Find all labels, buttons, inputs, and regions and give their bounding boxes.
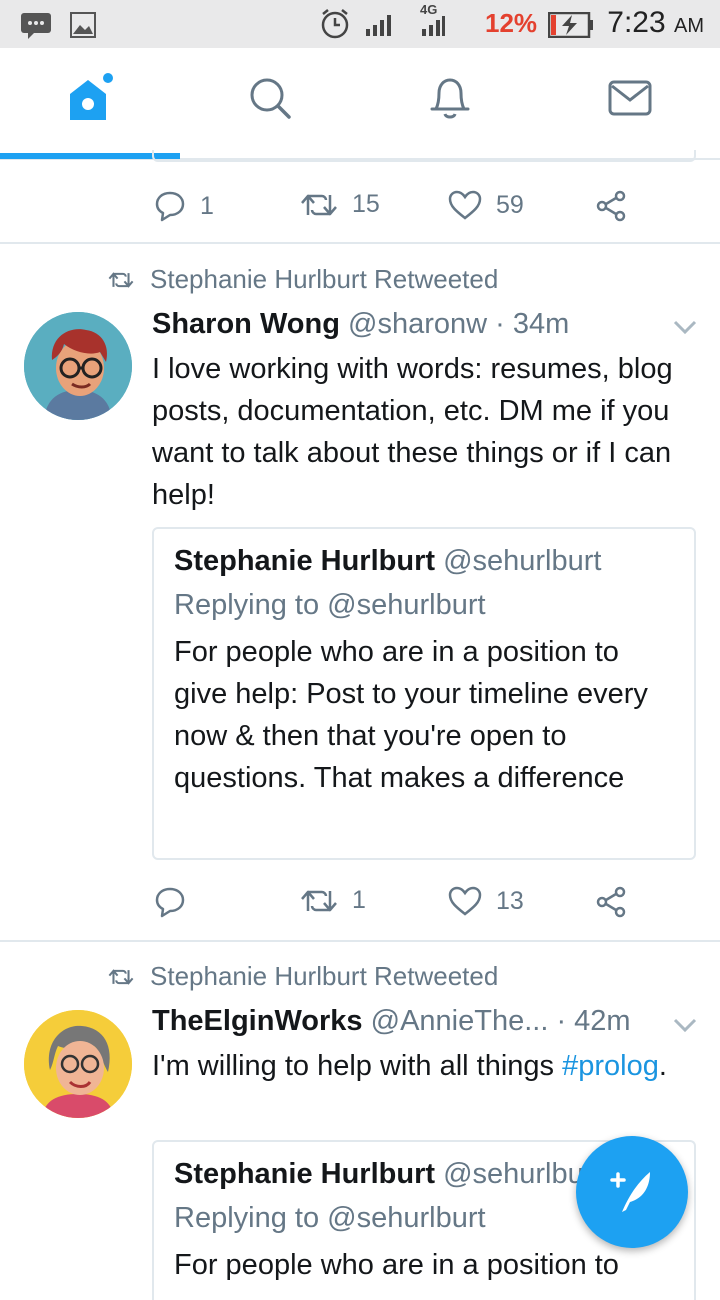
like-count: 59 <box>496 190 524 219</box>
like-button[interactable]: 13 <box>448 886 524 916</box>
reply-button[interactable] <box>154 886 200 918</box>
replying-to: Replying to @sehurlburt <box>174 1202 486 1234</box>
home-icon <box>66 72 114 129</box>
tweet-header: Sharon Wong @sharonw · 34m <box>152 308 569 341</box>
tab-search[interactable] <box>240 70 300 130</box>
tab-home[interactable] <box>60 70 120 130</box>
quoted-tweet-text: For people who are in a position to give… <box>174 636 648 794</box>
retweet-icon <box>301 890 337 911</box>
compose-tweet-button[interactable] <box>576 1136 688 1248</box>
retweet-icon <box>301 194 337 215</box>
quoted-author-name: Stephanie Hurlburt <box>174 1158 436 1190</box>
message-notification-icon <box>20 12 52 45</box>
compose-feather-icon <box>604 1162 660 1223</box>
quoted-tweet[interactable]: Stephanie Hurlburt @sehurlburt Replying … <box>152 527 696 860</box>
mail-icon <box>608 79 652 122</box>
status-bar: 4G 12% 7:23 AM <box>0 0 720 48</box>
retweet-context: Stephanie Hurlburt Retweeted <box>108 961 498 992</box>
like-count: 13 <box>496 886 524 915</box>
gallery-notification-icon <box>70 12 96 43</box>
prev-quote-box-edge <box>152 150 696 162</box>
tweet-time: · 34m <box>495 308 570 340</box>
reply-count: 1 <box>200 191 214 220</box>
author-name[interactable]: Sharon Wong <box>152 308 340 340</box>
tab-notifications[interactable] <box>420 70 480 130</box>
tweet-header: TheElginWorks @AnnieThe... · 42m <box>152 1005 631 1038</box>
retweet-button[interactable]: 1 <box>300 886 366 915</box>
share-button[interactable] <box>596 886 628 918</box>
tweet-text: I'm willing to help with all things #pro… <box>152 1050 667 1082</box>
tab-bar <box>0 48 720 160</box>
retweeted-by-text: Stephanie Hurlburt Retweeted <box>150 961 499 991</box>
retweet-small-icon <box>108 271 134 288</box>
retweet-context: Stephanie Hurlburt Retweeted <box>108 264 498 295</box>
tweet-text: I love working with words: resumes, blog… <box>152 353 673 511</box>
alarm-icon <box>320 8 350 45</box>
tweet-actions: 1 13 <box>0 872 720 932</box>
prev-tweet-actions: 1 15 59 <box>0 176 720 236</box>
author-name[interactable]: TheElginWorks <box>152 1005 363 1037</box>
reply-button[interactable]: 1 <box>154 190 214 222</box>
tweet-divider <box>0 940 720 942</box>
tweet-divider <box>0 242 720 244</box>
data-signal-icon <box>422 16 446 41</box>
retweet-count: 1 <box>352 886 366 914</box>
avatar[interactable] <box>24 1010 132 1118</box>
replying-to: Replying to @sehurlburt <box>174 589 486 621</box>
battery-percent: 12% <box>485 8 538 38</box>
share-icon <box>596 190 626 222</box>
author-handle[interactable]: @AnnieThe... <box>371 1005 549 1037</box>
share-icon <box>596 886 626 918</box>
bell-icon <box>428 75 472 126</box>
network-type-label: 4G <box>420 2 438 17</box>
quoted-author-handle: @sehurlburt <box>443 545 602 577</box>
reply-icon <box>155 887 185 918</box>
quoted-tweet-header: Stephanie Hurlburt @sehurlburt <box>174 545 601 578</box>
clock: 7:23 AM <box>607 6 704 39</box>
battery-charging-icon <box>547 11 594 43</box>
heart-icon <box>448 886 482 916</box>
heart-icon <box>448 190 482 220</box>
retweet-count: 15 <box>352 190 380 218</box>
retweet-small-icon <box>108 968 134 985</box>
retweeted-by-text: Stephanie Hurlburt Retweeted <box>150 264 499 294</box>
quoted-author-name: Stephanie Hurlburt <box>174 545 436 577</box>
like-button[interactable]: 59 <box>448 190 524 220</box>
tab-messages[interactable] <box>600 70 660 130</box>
chevron-down-icon[interactable] <box>672 1016 698 1039</box>
quoted-tweet-header: Stephanie Hurlburt @sehurlburt <box>174 1158 601 1191</box>
reply-icon <box>155 191 185 222</box>
tweet-time: · 42m <box>556 1005 631 1037</box>
avatar[interactable] <box>24 312 132 420</box>
chevron-down-icon[interactable] <box>672 318 698 341</box>
signal-icon <box>366 14 394 41</box>
author-handle[interactable]: @sharonw <box>348 308 487 340</box>
share-button[interactable] <box>596 190 628 222</box>
retweet-button[interactable]: 15 <box>300 190 380 219</box>
search-icon <box>247 75 293 126</box>
hashtag-link[interactable]: #prolog <box>562 1050 659 1082</box>
